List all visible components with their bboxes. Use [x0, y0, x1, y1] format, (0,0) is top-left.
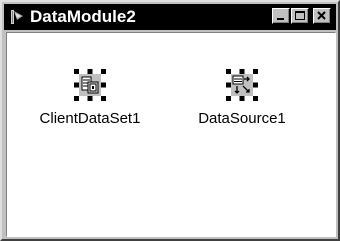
close-button[interactable]: [313, 8, 331, 24]
window-title: DataModule2: [30, 7, 136, 26]
minimize-icon: [277, 18, 284, 20]
minimize-button[interactable]: [272, 8, 290, 24]
component-label: ClientDataSet1: [39, 110, 141, 127]
close-icon: [317, 11, 326, 20]
component-label: DataSource1: [198, 110, 286, 127]
datamodule-canvas[interactable]: ClientDataSet1 DataSource1: [6, 32, 336, 237]
delphi-app-icon[interactable]: [8, 8, 26, 26]
datamodule-window: DataModule2 ClientDataSet1 DataSource1: [0, 0, 340, 241]
datasource-icon: [226, 69, 258, 101]
title-bar[interactable]: DataModule2: [4, 4, 336, 30]
maximize-button[interactable]: [291, 8, 309, 24]
component-clientdataset1[interactable]: ClientDataSet1: [35, 63, 145, 143]
maximize-icon: [295, 11, 305, 20]
component-datasource1[interactable]: DataSource1: [187, 63, 297, 143]
client-dataset-icon: [74, 69, 106, 101]
